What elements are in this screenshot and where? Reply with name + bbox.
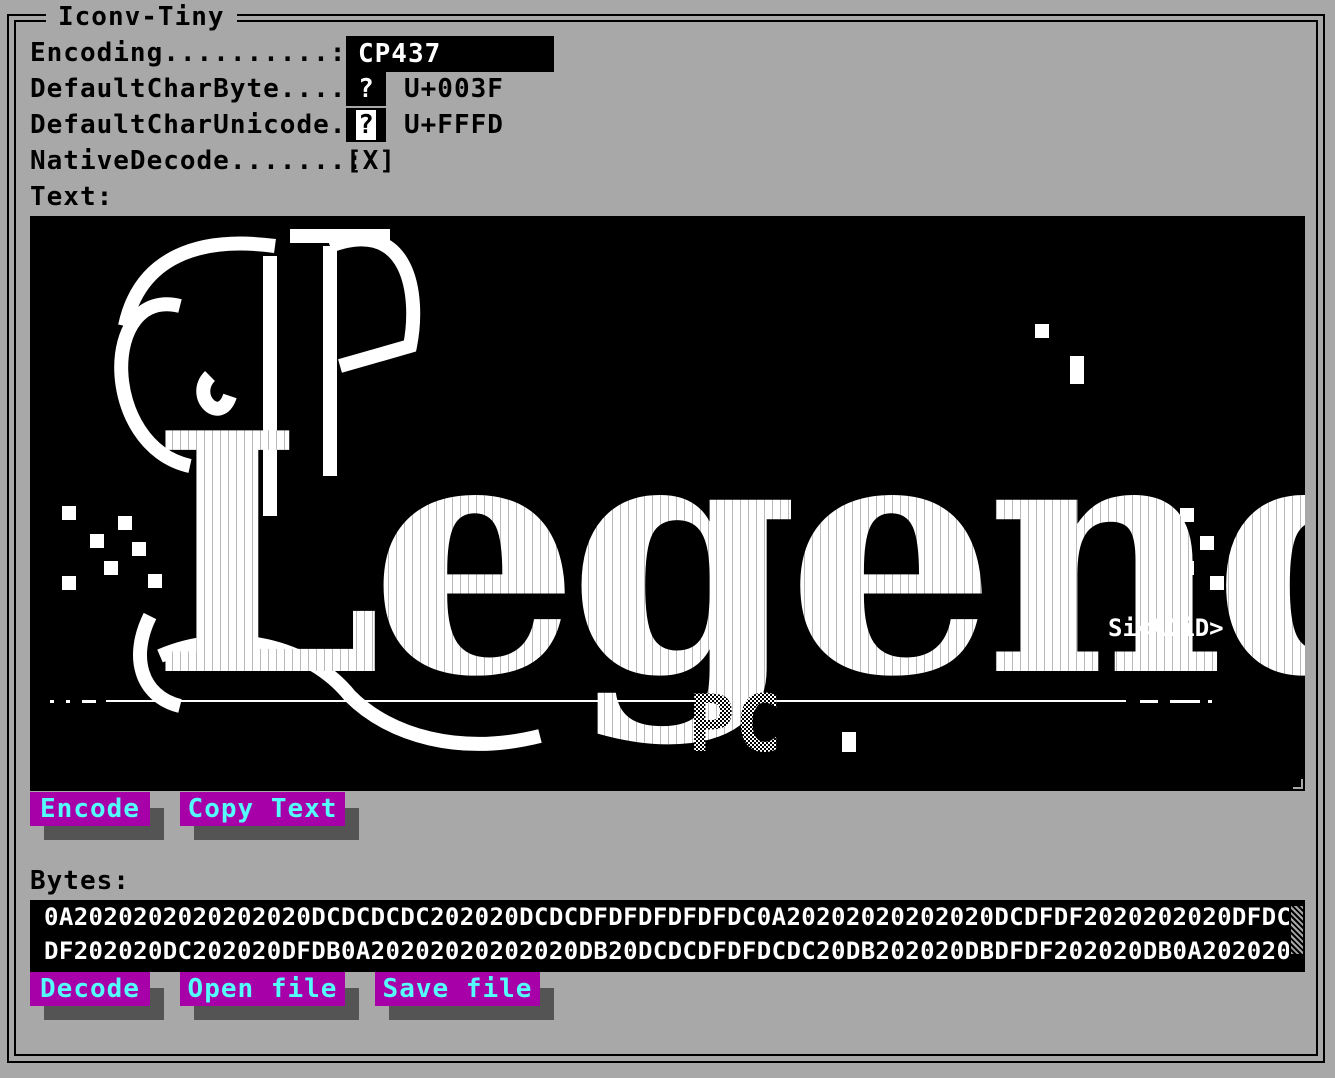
- encode-button-wrap: Encode: [30, 792, 164, 840]
- copy-text-button[interactable]: Copy Text: [180, 792, 345, 826]
- window-title: Iconv-Tiny: [46, 2, 237, 32]
- decode-button-wrap: Decode: [30, 972, 164, 1020]
- copy-text-button-wrap: Copy Text: [180, 792, 359, 840]
- bytes-line-1: 0A2020202020202020DCDCDCDC202020DCDCDFDF…: [44, 903, 1292, 931]
- art-dot: [842, 732, 856, 752]
- decode-button[interactable]: Decode: [30, 972, 150, 1006]
- text-label: Text:: [30, 182, 114, 212]
- default-char-unicode-char: ?: [356, 110, 376, 140]
- encode-button[interactable]: Encode: [30, 792, 150, 826]
- default-char-byte-char: ?: [358, 74, 374, 104]
- default-char-unicode-input[interactable]: ?: [346, 108, 386, 142]
- art-credit: Si<ACiD>: [1108, 614, 1224, 642]
- ansi-art: Legend PC Si<ACiD>: [50, 229, 1305, 770]
- native-decode-checkbox[interactable]: [X]: [346, 144, 396, 178]
- default-char-unicode-label: DefaultCharUnicode.:: [30, 110, 364, 140]
- save-file-button-wrap: Save file: [375, 972, 554, 1020]
- open-file-button[interactable]: Open file: [180, 972, 345, 1006]
- default-char-unicode-code: U+FFFD: [404, 110, 504, 140]
- bytes-label: Bytes:: [30, 866, 130, 896]
- text-area-resize-grip[interactable]: [1293, 779, 1303, 789]
- open-file-button-wrap: Open file: [180, 972, 359, 1020]
- bytes-scroll-thumb[interactable]: [1291, 906, 1303, 954]
- bytes-scrollbar[interactable]: [1289, 900, 1305, 972]
- default-char-byte-input[interactable]: ?: [346, 72, 386, 106]
- encoding-input[interactable]: CP437: [346, 36, 554, 72]
- art-small-text: PC: [688, 680, 782, 770]
- bytes-area[interactable]: 0A2020202020202020DCDCDCDC202020DCDCDFDF…: [30, 900, 1305, 972]
- encoding-label: Encoding..........:: [30, 38, 347, 68]
- save-file-button[interactable]: Save file: [375, 972, 540, 1006]
- bytes-line-2: DF202020DC202020DFDB0A20202020202020DB20…: [44, 937, 1305, 965]
- default-char-byte-code: U+003F: [404, 74, 504, 104]
- default-char-byte-label: DefaultCharByte....:: [30, 74, 364, 104]
- native-decode-label: NativeDecode.......:: [30, 146, 364, 176]
- text-area[interactable]: Legend PC Si<ACiD>: [30, 216, 1305, 791]
